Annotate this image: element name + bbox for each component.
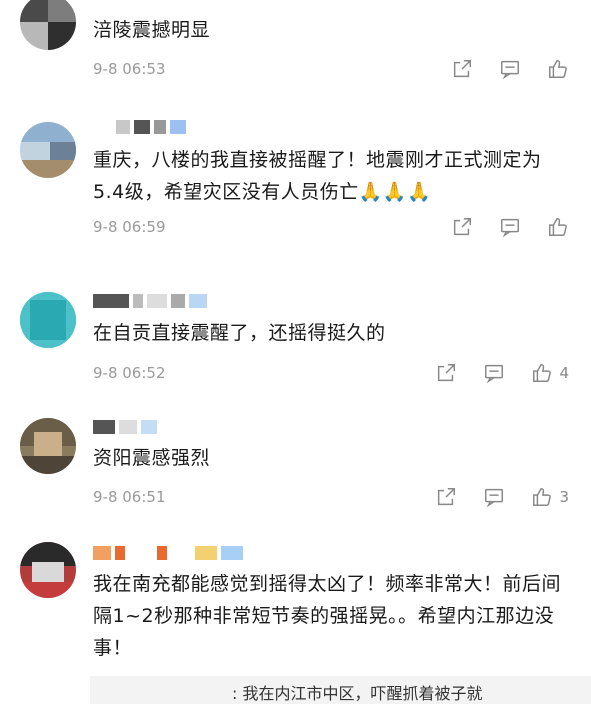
- comment-actions: 4: [435, 362, 569, 384]
- avatar[interactable]: [20, 0, 76, 50]
- share-button[interactable]: [435, 362, 457, 384]
- comment-button[interactable]: [499, 58, 521, 80]
- like-button[interactable]: [547, 58, 569, 80]
- share-button[interactable]: [451, 216, 473, 238]
- thumbs-up-icon: [533, 488, 552, 506]
- thumbs-up-icon: [549, 218, 567, 236]
- comment-actions: [451, 58, 569, 80]
- share-button[interactable]: [451, 58, 473, 80]
- share-icon: [453, 218, 471, 236]
- comment-text: 重庆，八楼的我直接被摇醒了！地震刚才正式测定为5.4级，希望灾区没有人员伤亡🙏🙏…: [93, 149, 542, 203]
- like-button[interactable]: 3: [531, 486, 569, 508]
- reply-preview-text: : 我在内江市中区，吓醒抓着被子就: [232, 684, 483, 703]
- comment-text: 我在南充都能感觉到摇得太凶了！频率非常大！前后间隔1~2秒那种非常短节奏的强摇晃…: [93, 573, 562, 659]
- comment-icon: [501, 218, 519, 238]
- comment-icon: [501, 60, 519, 80]
- username-blurred: [93, 420, 157, 434]
- comment-text: 涪陵震撼明显: [93, 19, 211, 41]
- comment-button[interactable]: [483, 362, 505, 384]
- comment-text: 资阳震感强烈: [93, 447, 211, 469]
- comment-timestamp: 9-8 06:53: [93, 60, 166, 78]
- comment-actions: [451, 216, 569, 238]
- avatar[interactable]: [20, 122, 76, 178]
- username-blurred: [116, 120, 186, 134]
- comment-actions: 3: [435, 486, 569, 508]
- thumbs-up-icon: [533, 364, 552, 382]
- like-button[interactable]: 4: [531, 362, 569, 384]
- share-icon: [453, 60, 471, 78]
- avatar[interactable]: [20, 418, 76, 474]
- share-button[interactable]: [435, 486, 457, 508]
- comment-button[interactable]: [499, 216, 521, 238]
- comment-icon: [485, 488, 504, 508]
- like-button[interactable]: [547, 216, 569, 238]
- watermark: [270, 634, 279, 659]
- comment-timestamp: 9-8 06:59: [93, 218, 166, 236]
- share-icon: [438, 364, 456, 382]
- like-count: 4: [559, 364, 569, 382]
- avatar[interactable]: [20, 292, 76, 348]
- avatar[interactable]: [20, 542, 76, 598]
- comment-text: 在自贡直接震醒了，还摇得挺久的: [93, 322, 386, 344]
- comment-button[interactable]: [483, 486, 505, 508]
- username-blurred: [93, 294, 207, 308]
- comment-timestamp: 9-8 06:51: [93, 488, 166, 506]
- comment-icon: [485, 364, 504, 384]
- username-blurred: [93, 546, 243, 560]
- thumbs-up-icon: [549, 60, 567, 78]
- like-count: 3: [559, 488, 569, 506]
- share-icon: [438, 488, 456, 506]
- comment-timestamp: 9-8 06:52: [93, 364, 166, 382]
